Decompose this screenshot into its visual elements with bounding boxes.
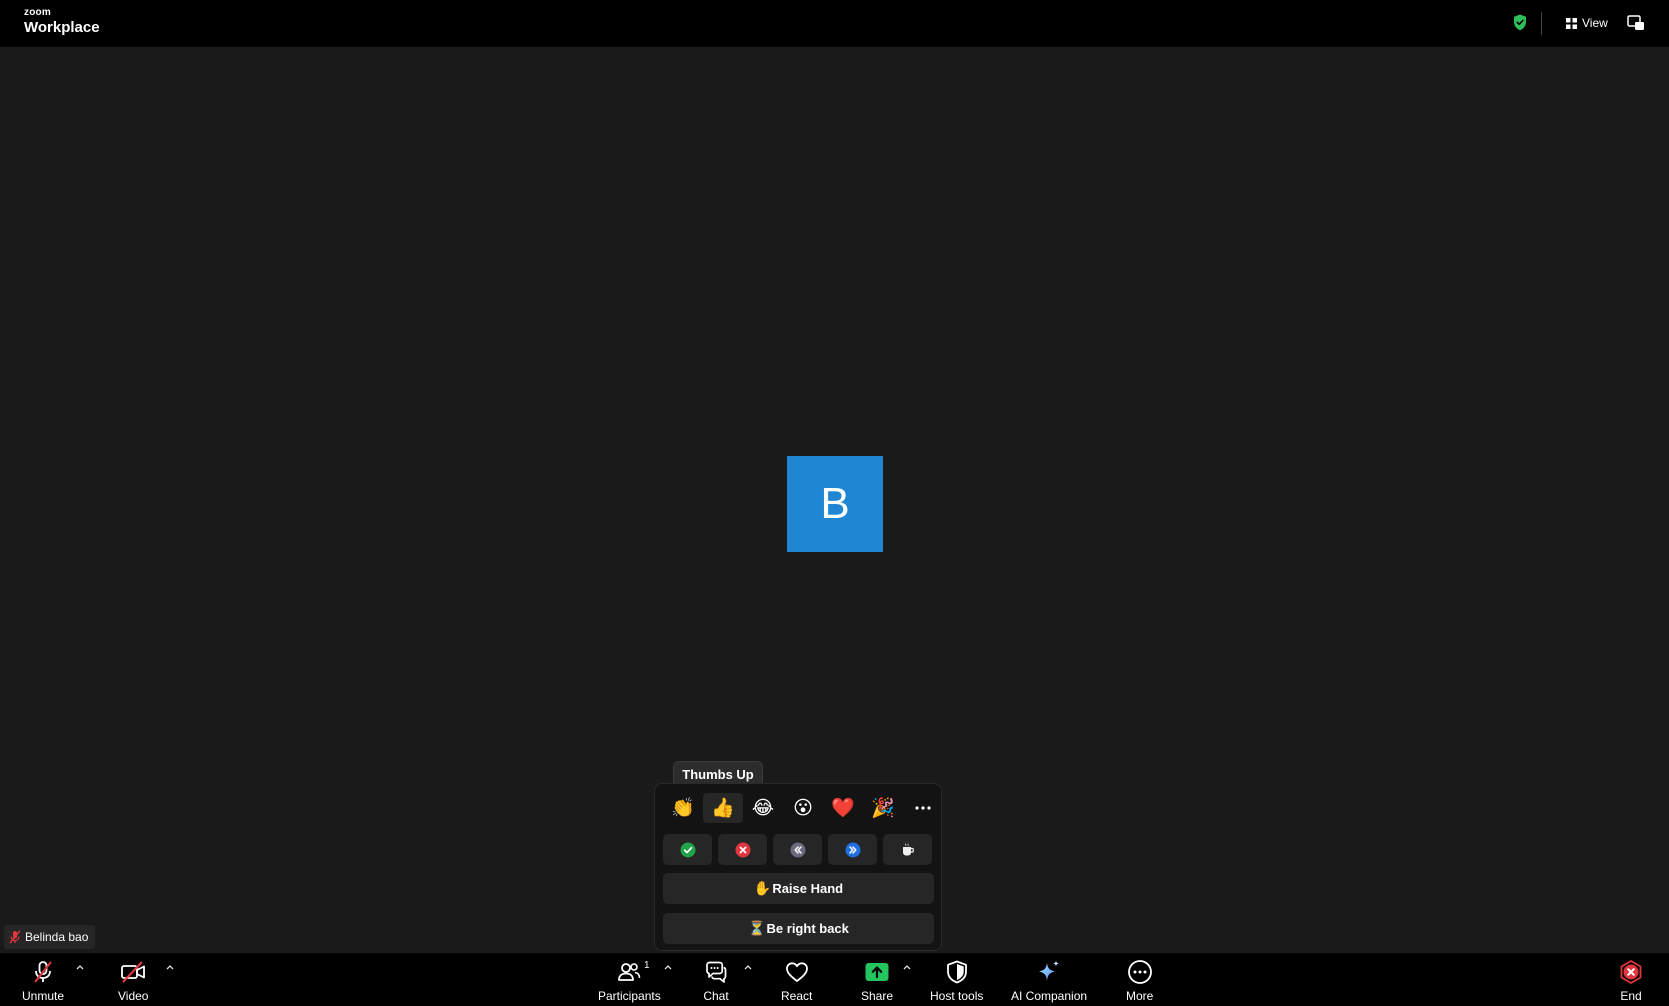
slow-down-button[interactable] (773, 834, 822, 865)
share-options-caret-icon[interactable] (902, 963, 912, 971)
grid-view-icon (1566, 17, 1577, 29)
muted-mic-icon (9, 930, 21, 944)
host-tools-label: Host tools (930, 989, 984, 1003)
hourglass-icon: ⏳ (748, 920, 766, 936)
sparkle-icon (1039, 960, 1060, 981)
unmute-label: Unmute (22, 989, 65, 1003)
nonverbal-feedback-row (663, 834, 932, 865)
video-button[interactable]: Video (118, 959, 148, 1003)
speed-up-icon (845, 842, 860, 857)
tears-of-joy-emoji-button[interactable]: 😂 (743, 793, 783, 823)
participants-options-caret-icon[interactable] (663, 963, 673, 971)
end-call-icon (1620, 960, 1642, 984)
host-tools-button[interactable]: Host tools (930, 959, 983, 1003)
participants-button[interactable]: Participants (598, 959, 661, 1003)
picture-in-picture-icon[interactable] (1627, 15, 1645, 31)
more-ellipsis-icon (1127, 960, 1152, 984)
yes-icon (680, 842, 695, 857)
view-button[interactable]: View (1566, 14, 1608, 32)
speed-up-button[interactable] (828, 834, 877, 865)
raise-hand-button[interactable]: ✋ Raise Hand (663, 873, 934, 904)
ai-companion-button[interactable]: AI Companion (1011, 959, 1087, 1003)
yes-button[interactable] (663, 834, 712, 865)
share-screen-icon (865, 963, 889, 981)
video-label: Video (118, 989, 149, 1003)
more-label: More (1126, 989, 1154, 1003)
chat-options-caret-icon[interactable] (743, 963, 753, 971)
participants-count: 1 (644, 960, 650, 971)
raised-hand-icon: ✋ (753, 880, 772, 896)
unmute-button[interactable]: Unmute (22, 959, 64, 1003)
participant-avatar: B (787, 456, 883, 552)
security-shield-icon[interactable] (1513, 14, 1527, 31)
be-right-back-button[interactable]: ⏳ Be right back (663, 913, 934, 944)
topbar-divider (1541, 12, 1542, 35)
be-right-back-label: Be right back (766, 921, 849, 936)
coffee-button[interactable] (883, 834, 932, 865)
heart-outline-icon (785, 962, 808, 982)
raise-hand-label: Raise Hand (772, 881, 844, 896)
no-icon (735, 842, 750, 857)
app-logo: zoom Workplace (24, 7, 100, 36)
chat-button[interactable]: Chat (703, 959, 729, 1003)
reactions-popover: 👏 👍 😂 😮 ❤️ 🎉 ✋ Raise Hand ⏳ Be right bac… (654, 783, 942, 951)
end-meeting-button[interactable]: End (1618, 959, 1644, 1003)
participant-name-tag: Belinda bao (4, 925, 96, 949)
share-label: Share (861, 989, 894, 1003)
thumbs-up-emoji-button[interactable]: 👍 (703, 793, 743, 823)
react-label: React (781, 989, 813, 1003)
end-label: End (1620, 989, 1642, 1003)
more-emoji-button[interactable] (903, 793, 943, 823)
party-popper-emoji-button[interactable]: 🎉 (863, 793, 903, 823)
emoji-row: 👏 👍 😂 😮 ❤️ 🎉 (663, 793, 943, 823)
participant-name: Belinda bao (25, 930, 89, 944)
coffee-icon (902, 842, 914, 855)
video-options-caret-icon[interactable] (165, 963, 175, 971)
audio-options-caret-icon[interactable] (75, 963, 85, 971)
ellipsis-icon (915, 806, 931, 810)
brand-name: Workplace (24, 19, 100, 36)
muted-microphone-icon (34, 961, 52, 983)
no-button[interactable] (718, 834, 767, 865)
participants-icon (618, 963, 641, 981)
chat-icon (706, 961, 727, 983)
more-button[interactable]: More (1126, 959, 1153, 1003)
heart-emoji-button[interactable]: ❤️ (823, 793, 863, 823)
ai-companion-label: AI Companion (1011, 989, 1088, 1003)
participants-label: Participants (598, 989, 661, 1003)
view-label: View (1582, 16, 1608, 30)
clapping-hands-emoji-button[interactable]: 👏 (663, 793, 703, 823)
meeting-toolbar: Unmute Video Participants 1 Chat React S… (0, 953, 1669, 1006)
top-bar: zoom Workplace View (0, 0, 1669, 47)
shield-icon (946, 960, 967, 984)
chat-label: Chat (703, 989, 729, 1003)
slow-down-icon (790, 842, 805, 857)
brand-small-text: zoom (24, 7, 51, 18)
react-button[interactable]: React (781, 959, 812, 1003)
open-mouth-emoji-button[interactable]: 😮 (783, 793, 823, 823)
video-off-icon (121, 961, 146, 983)
share-button[interactable]: Share (861, 959, 893, 1003)
